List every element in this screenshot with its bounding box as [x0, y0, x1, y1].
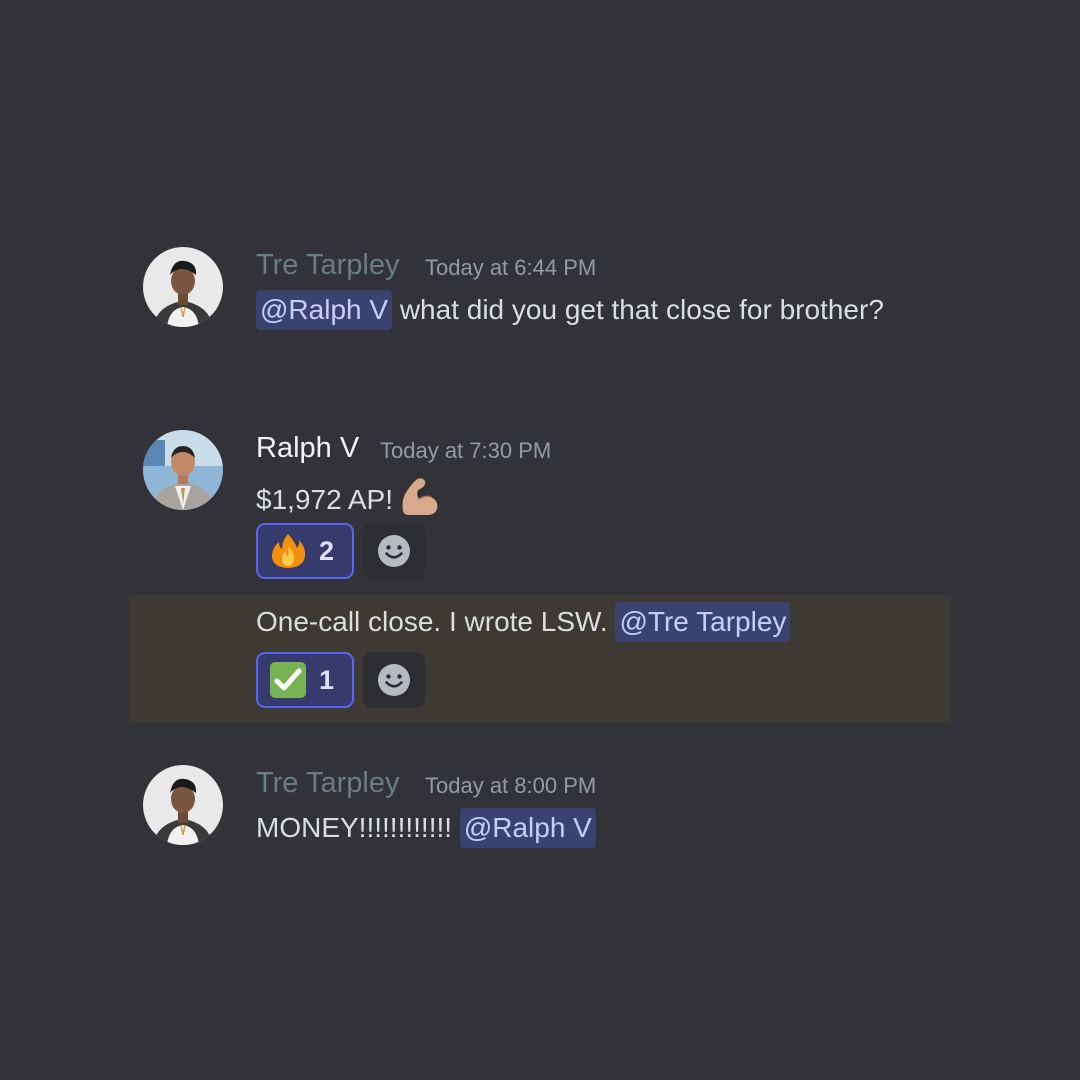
message-content: MONEY!!!!!!!!!!!! @Ralph V	[256, 808, 596, 848]
reaction-fire[interactable]: 2	[256, 523, 354, 579]
smile-icon	[378, 535, 410, 567]
flexed-biceps-icon	[402, 478, 438, 515]
check-mark-icon	[270, 662, 306, 698]
reaction-count: 2	[319, 536, 335, 566]
message-text: MONEY!!!!!!!!!!!!	[256, 812, 453, 843]
smile-icon	[378, 664, 410, 696]
message-text: One-call close. I wrote LSW.	[256, 606, 608, 637]
avatar-tre-tarpley[interactable]	[143, 765, 223, 845]
message-author[interactable]: Tre Tarpley	[256, 767, 399, 799]
message-author[interactable]: Tre Tarpley	[256, 249, 399, 281]
message-text: $1,972 AP!	[256, 484, 394, 515]
avatar-ralph-v[interactable]	[143, 430, 223, 510]
add-reaction-button[interactable]	[363, 523, 425, 579]
message-content: $1,972 AP!	[256, 473, 441, 519]
reaction-check-mark[interactable]: 1	[256, 652, 354, 708]
fire-icon	[272, 534, 306, 568]
message-timestamp: Today at 6:44 PM	[425, 255, 597, 280]
user-mention[interactable]: @Ralph V	[256, 290, 393, 330]
message-author[interactable]: Ralph V	[256, 432, 359, 464]
message-content: One-call close. I wrote LSW. @Tre Tarple…	[256, 602, 791, 642]
message-content: @Ralph V what did you get that close for…	[256, 290, 884, 330]
user-mention[interactable]: @Tre Tarpley	[615, 602, 791, 642]
message-timestamp: Today at 7:30 PM	[380, 438, 552, 463]
message-timestamp: Today at 8:00 PM	[425, 773, 597, 798]
add-reaction-button[interactable]	[363, 652, 425, 708]
message-text: what did you get that close for brother?	[399, 294, 884, 325]
avatar-tre-tarpley[interactable]	[143, 247, 223, 327]
reaction-count: 1	[319, 665, 335, 695]
user-mention[interactable]: @Ralph V	[459, 808, 596, 848]
